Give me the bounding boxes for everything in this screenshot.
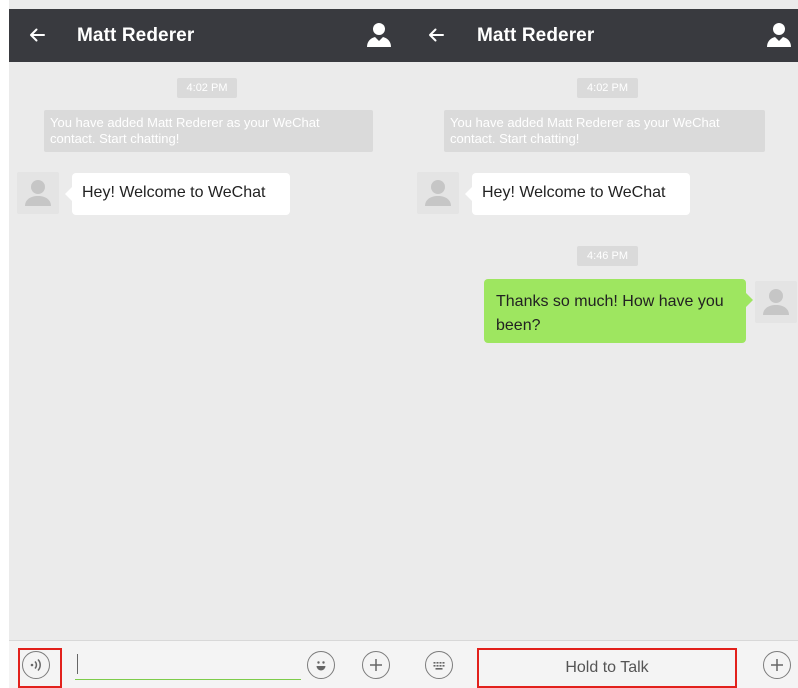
person-icon bbox=[367, 23, 391, 47]
highlight-box bbox=[18, 648, 62, 688]
keyboard-icon bbox=[433, 662, 445, 670]
chat-title: Matt Rederer bbox=[77, 25, 195, 46]
default-avatar-icon bbox=[425, 180, 451, 206]
incoming-message-bubble[interactable]: Hey! Welcome to WeChat bbox=[65, 173, 290, 215]
input-bar: Hold to Talk bbox=[400, 640, 798, 688]
system-message: You have added Matt Rederer as your WeCh… bbox=[44, 110, 373, 152]
timestamp: 4:46 PM bbox=[577, 246, 638, 266]
my-avatar[interactable] bbox=[755, 281, 797, 323]
back-button[interactable] bbox=[424, 23, 448, 47]
emoji-icon bbox=[316, 661, 326, 671]
chat-title: Matt Rederer bbox=[477, 25, 595, 46]
profile-button[interactable] bbox=[767, 22, 791, 48]
arrow-left-icon bbox=[30, 28, 45, 42]
contact-avatar[interactable] bbox=[417, 172, 459, 214]
profile-button[interactable] bbox=[367, 22, 391, 48]
arrow-left-icon bbox=[429, 28, 444, 42]
back-button[interactable] bbox=[25, 23, 49, 47]
contact-avatar[interactable] bbox=[17, 172, 59, 214]
timestamp: 4:02 PM bbox=[177, 78, 237, 98]
keyboard-toggle-button[interactable] bbox=[425, 651, 453, 679]
chat-screen-voice-mode: Matt Rederer 4:02 PM You have added Matt… bbox=[400, 0, 798, 688]
chat-screen-text-mode: Matt Rederer 4:02 PM You have added Matt… bbox=[9, 0, 400, 688]
more-button[interactable] bbox=[362, 651, 390, 679]
screenshot: Matt Rederer 4:02 PM You have added Matt… bbox=[0, 0, 798, 688]
person-icon bbox=[767, 23, 791, 47]
emoji-button[interactable] bbox=[307, 651, 335, 679]
text-cursor bbox=[77, 654, 78, 674]
message-input[interactable] bbox=[75, 647, 301, 680]
input-bar bbox=[9, 640, 400, 688]
outgoing-message-bubble[interactable]: Thanks so much! How have you been? bbox=[484, 279, 753, 343]
system-message: You have added Matt Rederer as your WeCh… bbox=[444, 110, 765, 152]
chat-header: Matt Rederer bbox=[9, 9, 400, 62]
more-button[interactable] bbox=[763, 651, 791, 679]
default-avatar-icon bbox=[763, 289, 789, 315]
default-avatar-icon bbox=[25, 180, 51, 206]
plus-icon bbox=[370, 659, 382, 671]
chat-header: Matt Rederer bbox=[400, 9, 798, 62]
plus-icon bbox=[771, 659, 783, 671]
incoming-message-bubble[interactable]: Hey! Welcome to WeChat bbox=[465, 173, 690, 215]
highlight-box bbox=[477, 648, 737, 688]
timestamp: 4:02 PM bbox=[577, 78, 638, 98]
